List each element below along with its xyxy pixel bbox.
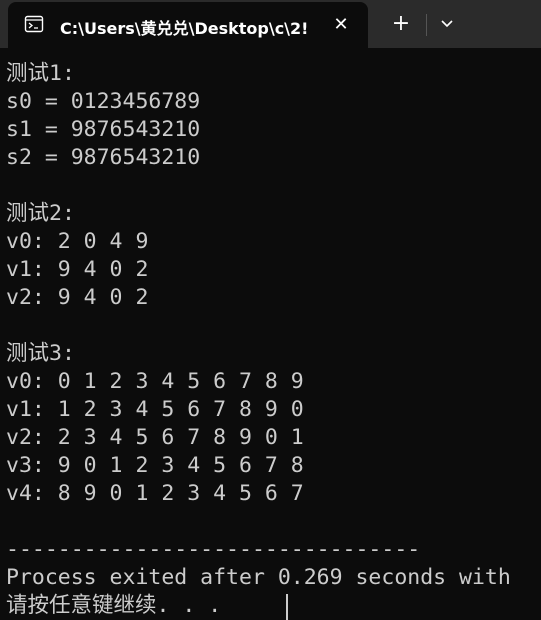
console-line: v0: 2 0 4 9 [6,229,149,254]
title-bar: C:\Users\黄兑兑\Desktop\c\2! ✕ + [0,0,541,48]
separator-line: -------------------------------- [6,537,421,562]
console-line: s2 = 9876543210 [6,145,201,170]
console-line: v2: 2 3 4 5 6 7 8 9 0 1 [6,425,304,450]
tab-title: C:\Users\黄兑兑\Desktop\c\2! [60,19,309,38]
console-line: v1: 1 2 3 4 5 6 7 8 9 0 [6,397,304,422]
console-output[interactable]: 测试1: s0 = 0123456789 s1 = 9876543210 s2 … [0,48,541,620]
console-line: 测试1: [6,61,75,86]
new-tab-button[interactable]: + [382,8,420,40]
console-line: s1 = 9876543210 [6,117,201,142]
process-exit-line: Process exited after 0.269 seconds with [6,565,511,590]
console-line: 测试2: [6,201,75,226]
close-tab-button[interactable]: ✕ [326,12,356,38]
console-line: v2: 9 4 0 2 [6,285,149,310]
console-line: v4: 8 9 0 1 2 3 4 5 6 7 [6,481,304,506]
console-line: s0 = 0123456789 [6,89,201,114]
chevron-down-icon [441,20,453,28]
text-cursor [286,594,288,620]
console-line: v0: 0 1 2 3 4 5 6 7 8 9 [6,369,304,394]
tab-divider [426,14,427,36]
dropdown-button[interactable] [430,8,464,40]
terminal-tab[interactable]: C:\Users\黄兑兑\Desktop\c\2! ✕ [8,2,368,48]
console-line: v3: 9 0 1 2 3 4 5 6 7 8 [6,453,304,478]
terminal-icon [24,15,44,33]
console-line: v1: 9 4 0 2 [6,257,149,282]
console-line: 测试3: [6,341,75,366]
press-any-key-line: 请按任意键继续. . . [6,593,222,618]
